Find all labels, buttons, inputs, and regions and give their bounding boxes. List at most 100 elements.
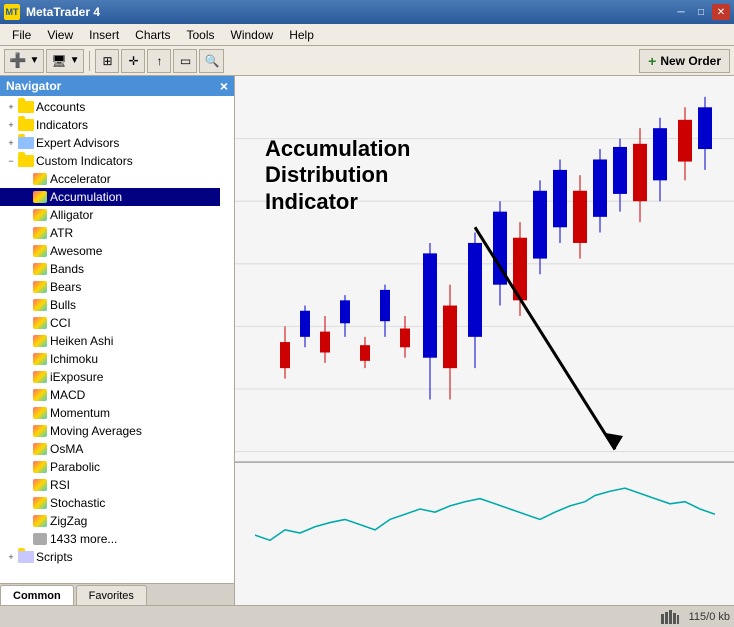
navigator-tabs: Common Favorites <box>0 583 234 605</box>
chart-area: Accumulation Distribution Indicator <box>235 76 734 605</box>
parabolic-icon <box>32 459 48 475</box>
atr-label: ATR <box>50 226 73 240</box>
tab-common[interactable]: Common <box>0 585 74 605</box>
nav-item-more[interactable]: 1433 more... <box>0 530 220 548</box>
heiken-ashi-icon <box>32 333 48 349</box>
nav-item-scripts[interactable]: + Scripts <box>0 548 220 566</box>
main-content: Navigator × + Accounts + <box>0 76 734 605</box>
title-bar: MT MetaTrader 4 ─ □ ✕ <box>0 0 734 24</box>
toolbar-btn-4[interactable]: ✛ <box>121 49 145 73</box>
awesome-label: Awesome <box>50 244 102 258</box>
menu-view[interactable]: View <box>39 26 81 44</box>
accounts-label: Accounts <box>36 100 85 114</box>
nav-item-alligator[interactable]: Alligator <box>0 206 220 224</box>
ichimoku-icon <box>32 351 48 367</box>
menu-window[interactable]: Window <box>223 26 282 44</box>
macd-label: MACD <box>50 388 85 402</box>
alligator-icon <box>32 207 48 223</box>
expand-accounts-icon[interactable]: + <box>4 100 18 114</box>
annotation-line3: Indicator <box>265 189 410 215</box>
nav-item-atr[interactable]: ATR <box>0 224 220 242</box>
nav-item-bulls[interactable]: Bulls <box>0 296 220 314</box>
navigator-header: Navigator × <box>0 76 234 96</box>
new-order-button[interactable]: + New Order <box>639 49 730 73</box>
expand-scripts-icon[interactable]: + <box>4 550 18 564</box>
zigzag-icon <box>32 513 48 529</box>
nav-item-accelerator[interactable]: Accelerator <box>0 170 220 188</box>
nav-item-custom-indicators[interactable]: − Custom Indicators <box>0 152 220 170</box>
iexposure-icon <box>32 369 48 385</box>
custom-indicators-label: Custom Indicators <box>36 154 133 168</box>
stochastic-icon <box>32 495 48 511</box>
scripts-folder-icon <box>18 549 34 565</box>
nav-item-parabolic[interactable]: Parabolic <box>0 458 220 476</box>
menu-insert[interactable]: Insert <box>81 26 127 44</box>
nav-item-indicators[interactable]: + Indicators <box>0 116 220 134</box>
expert-advisors-label: Expert Advisors <box>36 136 119 150</box>
heiken-ashi-label: Heiken Ashi <box>50 334 113 348</box>
nav-item-heiken-ashi[interactable]: Heiken Ashi <box>0 332 220 350</box>
scripts-label: Scripts <box>36 550 73 564</box>
nav-item-zigzag[interactable]: ZigZag <box>0 512 220 530</box>
chart-size-label: 115/0 kb <box>689 611 730 623</box>
close-button[interactable]: ✕ <box>712 4 730 20</box>
nav-item-rsi[interactable]: RSI <box>0 476 220 494</box>
nav-item-cci[interactable]: CCI <box>0 314 220 332</box>
nav-item-macd[interactable]: MACD <box>0 386 220 404</box>
indicators-folder-icon <box>18 117 34 133</box>
bears-icon <box>32 279 48 295</box>
menu-help[interactable]: Help <box>281 26 322 44</box>
osma-label: OsMA <box>50 442 83 456</box>
toolbar-btn-7[interactable]: 🔍 <box>199 49 224 73</box>
accounts-folder-icon <box>18 99 34 115</box>
maximize-button[interactable]: □ <box>692 4 710 20</box>
annotation-line2: Distribution <box>265 162 410 188</box>
accumulation-icon <box>32 189 48 205</box>
menu-tools[interactable]: Tools <box>179 26 223 44</box>
rsi-icon <box>32 477 48 493</box>
navigator-close-button[interactable]: × <box>220 78 228 94</box>
app-icon: MT <box>4 4 20 20</box>
expand-indicators-icon[interactable]: + <box>4 118 18 132</box>
toolbar-btn-2[interactable]: 🖥 ▼ <box>46 49 84 73</box>
macd-icon <box>32 387 48 403</box>
nav-item-accounts[interactable]: + Accounts <box>0 98 220 116</box>
tab-favorites[interactable]: Favorites <box>76 585 147 605</box>
nav-item-bears[interactable]: Bears <box>0 278 220 296</box>
nav-item-iexposure[interactable]: iExposure <box>0 368 220 386</box>
toolbar-btn-3[interactable]: ⊞ <box>95 49 119 73</box>
nav-item-moving-averages[interactable]: Moving Averages <box>0 422 220 440</box>
bands-icon <box>32 261 48 277</box>
nav-item-osma[interactable]: OsMA <box>0 440 220 458</box>
navigator-title: Navigator <box>6 79 61 93</box>
expand-custom-icon[interactable]: − <box>4 154 18 168</box>
accumulation-label: Accumulation <box>50 190 122 204</box>
alligator-label: Alligator <box>50 208 93 222</box>
rsi-label: RSI <box>50 478 70 492</box>
nav-item-momentum[interactable]: Momentum <box>0 404 220 422</box>
toolbar-btn-6[interactable]: ▭ <box>173 49 197 73</box>
nav-item-stochastic[interactable]: Stochastic <box>0 494 220 512</box>
menu-charts[interactable]: Charts <box>127 26 178 44</box>
toolbar-btn-1[interactable]: ➕ ▼ <box>4 49 44 73</box>
custom-folder-icon <box>18 153 34 169</box>
bears-label: Bears <box>50 280 81 294</box>
expand-ea-icon[interactable]: + <box>4 136 18 150</box>
menu-file[interactable]: File <box>4 26 39 44</box>
awesome-icon <box>32 243 48 259</box>
nav-item-expert-advisors[interactable]: + Expert Advisors <box>0 134 220 152</box>
window-controls: ─ □ ✕ <box>672 4 730 20</box>
nav-tree: + Accounts + Indicators + <box>0 96 220 568</box>
nav-item-accumulation[interactable]: Accumulation <box>0 188 220 206</box>
ea-folder-icon <box>18 135 34 151</box>
accelerator-icon <box>32 171 48 187</box>
atr-icon <box>32 225 48 241</box>
nav-item-ichimoku[interactable]: Ichimoku <box>0 350 220 368</box>
minimize-button[interactable]: ─ <box>672 4 690 20</box>
cci-icon <box>32 315 48 331</box>
toolbar-btn-5[interactable]: ↑ <box>147 49 171 73</box>
nav-item-awesome[interactable]: Awesome <box>0 242 220 260</box>
annotation-text: Accumulation Distribution Indicator <box>265 136 410 215</box>
nav-item-bands[interactable]: Bands <box>0 260 220 278</box>
navigator-content[interactable]: + Accounts + Indicators + <box>0 96 234 583</box>
